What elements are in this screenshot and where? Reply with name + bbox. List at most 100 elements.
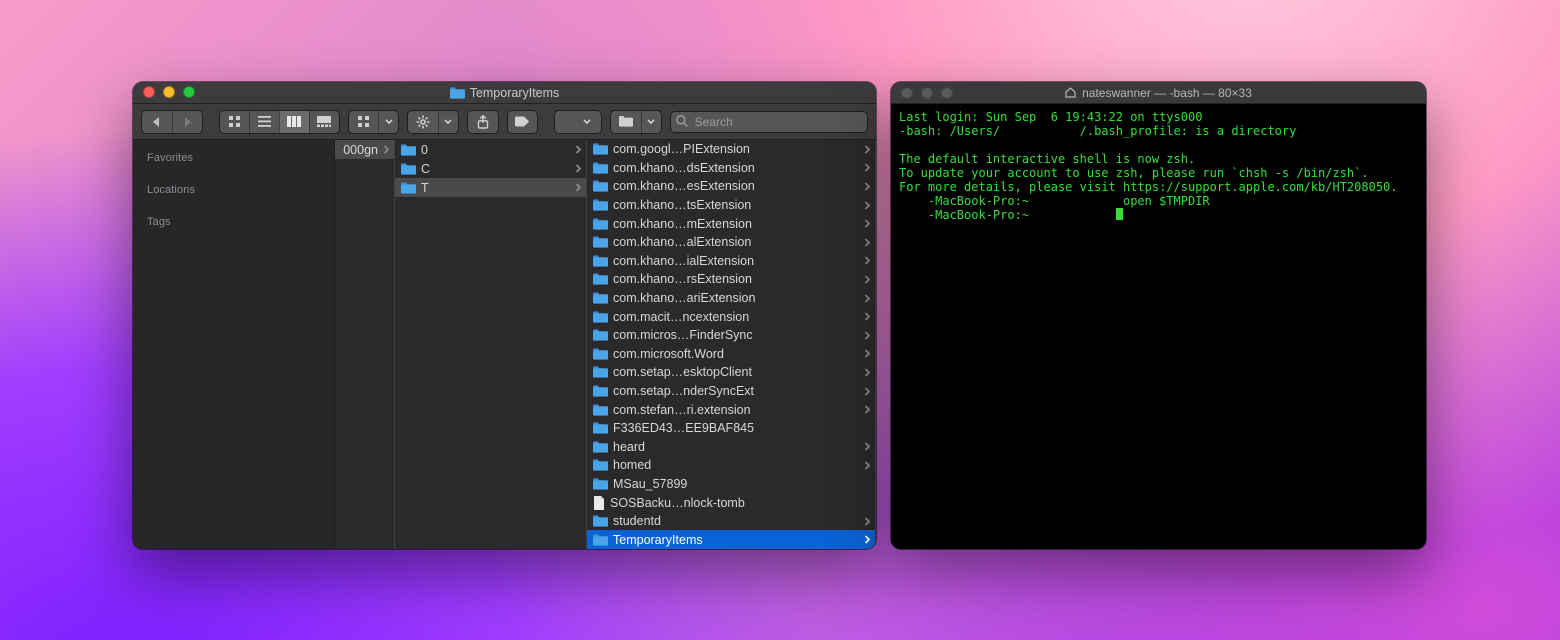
column-item[interactable]: com.microsoft.Word (587, 345, 875, 364)
column-2[interactable]: com.googl…PIExtension com.khano…dsExtensi… (587, 140, 876, 549)
folder-icon (593, 311, 608, 323)
gear-icon (416, 115, 430, 129)
item-label: com.googl…PIExtension (613, 142, 859, 156)
folder-icon (593, 273, 608, 285)
item-label: T (421, 181, 570, 195)
column-item[interactable]: com.setap…esktopClient (587, 363, 875, 382)
group-button[interactable] (349, 111, 379, 133)
column-item[interactable]: com.khano…ialExtension (587, 252, 875, 271)
zoom-button[interactable] (941, 87, 953, 99)
folder-icon (593, 292, 608, 304)
column-item[interactable]: com.khano…alExtension (587, 233, 875, 252)
column-item[interactable]: F336ED43…EE9BAF845 (587, 419, 875, 438)
path-button[interactable] (555, 111, 601, 133)
terminal-titlebar[interactable]: nateswanner — -bash — 80×33 (891, 82, 1426, 104)
column-1[interactable]: 0 CT (395, 140, 587, 549)
column-item[interactable]: com.khano…dsExtension (587, 159, 875, 178)
item-label: heard (613, 440, 859, 454)
column-item[interactable]: SOSBacku…nlock-tomb (587, 493, 875, 512)
column-item[interactable]: MSau_57899 (587, 475, 875, 494)
item-label: com.setap…nderSyncExt (613, 384, 859, 398)
column-item[interactable]: com.khano…mExtension (587, 214, 875, 233)
column-item[interactable]: T (395, 178, 586, 197)
close-button[interactable] (143, 86, 155, 98)
column-item[interactable]: studentd (587, 512, 875, 531)
chevron-right-icon (864, 405, 871, 414)
column-item[interactable]: com.khano…ariExtension (587, 289, 875, 308)
column-item[interactable]: TemporaryItems (587, 530, 875, 549)
view-column-button[interactable] (279, 111, 309, 133)
item-label: com.khano…dsExtension (613, 161, 859, 175)
column-0[interactable]: 000gn (335, 140, 395, 549)
finder-titlebar[interactable]: TemporaryItems (133, 82, 876, 104)
item-label: com.khano…rsExtension (613, 272, 859, 286)
folder-icon (450, 87, 465, 99)
path-folder-button[interactable] (611, 111, 641, 133)
column-item[interactable]: com.khano…rsExtension (587, 270, 875, 289)
chevron-right-icon (864, 163, 871, 172)
column-item[interactable]: homed (587, 456, 875, 475)
column-item[interactable]: com.macit…ncextension (587, 307, 875, 326)
path-folder-menu[interactable] (641, 111, 661, 133)
search-input[interactable] (670, 111, 868, 133)
minimize-button[interactable] (921, 87, 933, 99)
item-label: homed (613, 458, 859, 472)
chevron-right-icon (864, 461, 871, 470)
item-label: C (421, 162, 570, 176)
sidebar-heading-tags[interactable]: Tags (133, 212, 334, 234)
item-label: com.setap…esktopClient (613, 365, 859, 379)
chevron-right-icon (864, 387, 871, 396)
column-item[interactable]: com.khano…tsExtension (587, 196, 875, 215)
column-item[interactable]: com.micros…FinderSync (587, 326, 875, 345)
finder-window: TemporaryItems (133, 82, 876, 549)
chevron-right-icon (575, 164, 582, 173)
column-item[interactable]: com.khano…esExtension (587, 177, 875, 196)
close-button[interactable] (901, 87, 913, 99)
column-item[interactable]: com.stefan…ri.extension (587, 400, 875, 419)
folder-icon (593, 385, 608, 397)
chevron-right-icon (864, 535, 871, 544)
zoom-button[interactable] (183, 86, 195, 98)
chevron-right-icon (864, 219, 871, 228)
folder-icon (401, 163, 416, 175)
folder-icon (593, 404, 608, 416)
item-label: com.khano…ialExtension (613, 254, 859, 268)
column-item[interactable]: com.setap…nderSyncExt (587, 382, 875, 401)
minimize-button[interactable] (163, 86, 175, 98)
terminal-body[interactable]: Last login: Sun Sep 6 19:43:22 on ttys00… (891, 104, 1426, 228)
item-label: F336ED43…EE9BAF845 (613, 421, 871, 435)
column-item[interactable]: com.googl…PIExtension (587, 140, 875, 159)
view-list-button[interactable] (249, 111, 279, 133)
folder-icon (593, 348, 608, 360)
column-item[interactable]: heard (587, 438, 875, 457)
chevron-right-icon (864, 238, 871, 247)
tags-button[interactable] (508, 111, 538, 133)
column-item[interactable]: 000gn (335, 140, 394, 159)
chevron-right-icon (864, 331, 871, 340)
sidebar-heading-locations[interactable]: Locations (133, 180, 334, 202)
item-label: com.micros…FinderSync (613, 328, 859, 342)
view-icon-button[interactable] (220, 111, 250, 133)
chevron-right-icon (864, 201, 871, 210)
item-label: studentd (613, 514, 859, 528)
action-button[interactable] (408, 111, 438, 133)
folder-icon (593, 199, 608, 211)
item-label: com.khano…mExtension (613, 217, 859, 231)
action-menu-button[interactable] (438, 111, 458, 133)
cursor (1116, 208, 1123, 220)
sidebar-heading-favorites[interactable]: Favorites (133, 148, 334, 170)
back-button[interactable] (142, 111, 172, 133)
forward-button[interactable] (172, 111, 202, 133)
search-icon (675, 114, 689, 128)
column-item[interactable]: 0 (395, 140, 586, 159)
folder-icon (593, 236, 608, 248)
folder-icon (593, 162, 608, 174)
share-button[interactable] (468, 111, 498, 133)
group-menu-button[interactable] (378, 111, 398, 133)
group-segment (348, 110, 400, 134)
chevron-right-icon (864, 517, 871, 526)
item-label: MSau_57899 (613, 477, 871, 491)
column-item[interactable]: C (395, 159, 586, 178)
view-gallery-button[interactable] (309, 111, 339, 133)
item-label: com.khano…ariExtension (613, 291, 859, 305)
